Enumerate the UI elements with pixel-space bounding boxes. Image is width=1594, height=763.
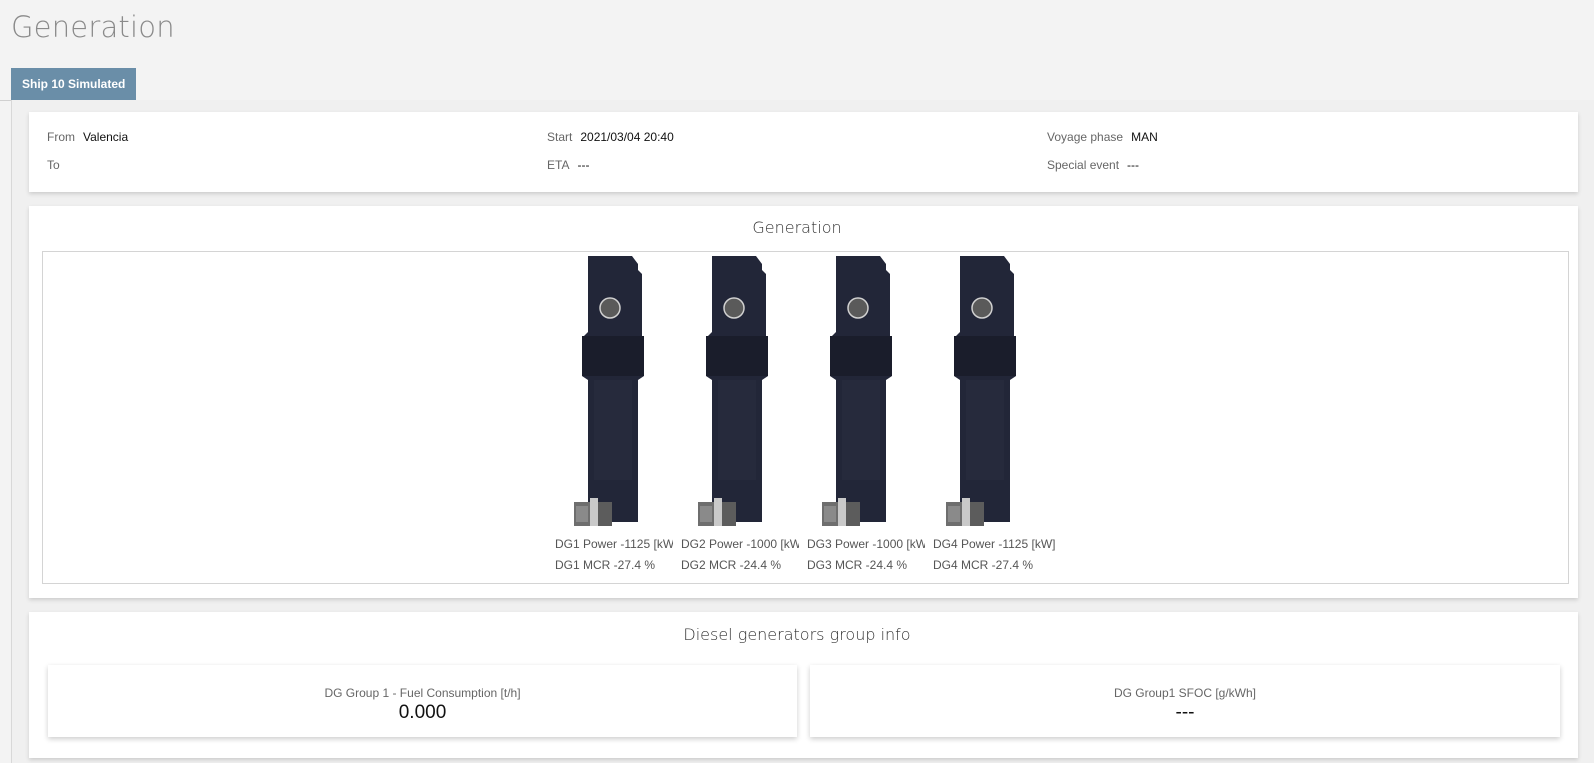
dg4-mcr-label: DG4 MCR -27.4 % bbox=[933, 558, 1034, 572]
special-event-value: --- bbox=[1127, 158, 1140, 172]
from-label: From bbox=[47, 130, 75, 144]
tab-bar: Ship 10 Simulated bbox=[0, 68, 1594, 101]
eta-value: --- bbox=[577, 158, 590, 172]
page-title: Generation bbox=[11, 10, 175, 44]
special-event-label: Special event bbox=[1047, 158, 1120, 172]
fuel-consumption-kpi: DG Group 1 - Fuel Consumption [t/h] 0.00… bbox=[48, 665, 797, 737]
sfoc-value: --- bbox=[1175, 702, 1195, 723]
dg1-power-label: DG1 Power -1125 [kW] bbox=[555, 537, 673, 551]
group-info-title: Diesel generators group info bbox=[683, 625, 911, 644]
dg3-mcr-label: DG3 MCR -24.4 % bbox=[807, 558, 908, 572]
dg4-power-label: DG4 Power -1125 [kW] bbox=[933, 537, 1056, 551]
dg2-power-label: DG2 Power -1000 [kW] bbox=[681, 537, 799, 551]
dg3-power-label: DG3 Power -1000 [kW] bbox=[807, 537, 925, 551]
to-field: To bbox=[47, 158, 68, 172]
fuel-consumption-value: 0.000 bbox=[398, 702, 447, 723]
generation-diagram-frame bbox=[42, 251, 1569, 584]
tab-ship-10-simulated[interactable]: Ship 10 Simulated bbox=[11, 68, 137, 100]
sfoc-kpi: DG Group1 SFOC [g/kWh] --- bbox=[810, 665, 1560, 737]
from-value: Valencia bbox=[83, 130, 129, 144]
dg1-mcr-label: DG1 MCR -27.4 % bbox=[555, 558, 656, 572]
sfoc-label: DG Group1 SFOC [g/kWh] bbox=[1113, 686, 1257, 700]
voyage-phase-field: Voyage phase MAN bbox=[1047, 130, 1158, 144]
generation-title: Generation bbox=[752, 218, 842, 237]
voyage-phase-value: MAN bbox=[1131, 130, 1158, 144]
start-label: Start bbox=[547, 130, 573, 144]
dg1-engine-icon bbox=[574, 256, 656, 528]
dg2-engine-icon bbox=[698, 256, 780, 528]
to-label: To bbox=[47, 158, 60, 172]
start-value: 2021/03/04 20:40 bbox=[580, 130, 674, 144]
eta-field: ETA --- bbox=[547, 158, 589, 172]
dg4-engine-icon bbox=[946, 256, 1028, 528]
from-field: From Valencia bbox=[47, 130, 128, 144]
voyage-phase-label: Voyage phase bbox=[1047, 130, 1124, 144]
start-field: Start 2021/03/04 20:40 bbox=[547, 130, 674, 144]
dg2-mcr-label: DG2 MCR -24.4 % bbox=[681, 558, 782, 572]
fuel-consumption-label: DG Group 1 - Fuel Consumption [t/h] bbox=[324, 686, 521, 700]
eta-label: ETA bbox=[547, 158, 570, 172]
dg3-engine-icon bbox=[822, 256, 904, 528]
voyage-info-card bbox=[29, 112, 1578, 192]
special-event-field: Special event --- bbox=[1047, 158, 1139, 172]
